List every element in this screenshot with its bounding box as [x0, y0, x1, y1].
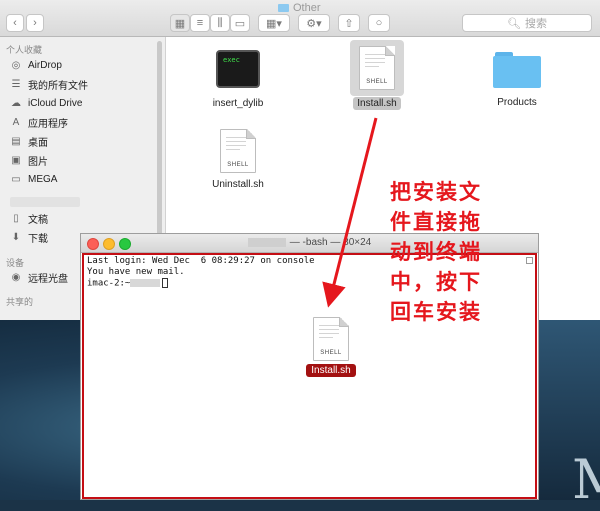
coverflow-icon: ▭ — [234, 17, 246, 30]
sidebar-item-label: 图片 — [28, 156, 48, 168]
file-name: Install.sh — [353, 97, 401, 110]
file-insert-dylib[interactable]: exec insert_dylib — [188, 50, 288, 110]
executable-icon: exec — [216, 50, 260, 88]
tags-button[interactable]: ○ — [368, 14, 390, 32]
finder-toolbar: Other ‹ › ▦ ≡ ⫼ ▭ ▦▾ ⚙▾ ⇧ ○ 🔍︎ 搜索 — [0, 0, 600, 37]
terminal-line: You have new mail. — [87, 267, 185, 277]
shell-badge: SHELL — [366, 79, 388, 85]
sidebar-item-documents[interactable]: ▯ 文稿 — [10, 210, 48, 226]
chevron-right-icon: › — [33, 17, 37, 29]
airdrop-icon: ◎ — [11, 59, 21, 71]
camera-icon: ▣ — [11, 154, 21, 166]
sidebar-item-label: 文稿 — [28, 214, 48, 226]
redacted-username — [247, 237, 286, 247]
sidebar-scrollbar[interactable] — [157, 41, 162, 241]
sidebar-item-airdrop[interactable]: ◎ AirDrop — [10, 57, 62, 73]
view-column-button[interactable]: ⫼ — [210, 14, 230, 32]
sidebar-item-label: 桌面 — [28, 137, 48, 149]
gear-icon: ⚙▾ — [306, 17, 322, 30]
sidebar-item-label: 下载 — [28, 233, 48, 245]
arrange-grid-icon: ▦▾ — [266, 17, 282, 30]
sidebar-header-devices: 设备 — [6, 258, 25, 268]
download-icon: ⬇ — [11, 231, 21, 243]
disc-icon: ◉ — [11, 271, 21, 283]
list-icon: ≡ — [196, 17, 204, 29]
cloud-icon: ☁ — [11, 97, 21, 109]
annotation-text: 把安装文 件直接拖 动到终端 中，按下 回车安装 — [390, 178, 500, 328]
shell-script-icon: SHELL — [220, 129, 256, 173]
window-title: Other — [278, 2, 321, 14]
sidebar-item-all-files[interactable]: ☰ 我的所有文件 — [10, 76, 88, 92]
annotation-line: 把安装文 — [390, 181, 482, 204]
sidebar-item-applications[interactable]: A 应用程序 — [10, 114, 68, 130]
sidebar-item-downloads[interactable]: ⬇ 下载 — [10, 229, 48, 245]
window-title-label: Other — [293, 2, 321, 14]
annotation-line: 回车安装 — [390, 301, 482, 324]
sidebar-item-label: MEGA — [28, 173, 58, 185]
file-uninstall-sh[interactable]: SHELL Uninstall.sh — [188, 129, 288, 191]
shell-script-icon: SHELL — [313, 317, 349, 361]
view-coverflow-button[interactable]: ▭ — [230, 14, 250, 32]
folder-icon — [278, 4, 289, 12]
sidebar-item-desktop[interactable]: ▤ 桌面 — [10, 133, 48, 149]
prompt-text: imac-2:~ — [87, 278, 131, 289]
sidebar-item-label: 远程光盘 — [28, 273, 68, 285]
sidebar-redacted-item — [10, 197, 80, 207]
file-name: insert_dylib — [212, 98, 264, 109]
desktop-wallpaper-glyph: M — [572, 448, 600, 511]
arrange-button[interactable]: ▦▾ — [258, 14, 290, 32]
applications-icon: A — [12, 116, 20, 128]
shell-script-icon: SHELL — [359, 46, 395, 90]
sidebar-item-label: 应用程序 — [28, 118, 68, 130]
grid-icon: ▦ — [174, 17, 186, 30]
view-icon-button[interactable]: ▦ — [170, 14, 190, 32]
document-icon: ▯ — [13, 212, 19, 224]
sidebar-item-label: iCloud Drive — [28, 97, 83, 109]
forward-button[interactable]: › — [26, 14, 44, 32]
terminal-line: Last login: Wed Dec 6 08:29:27 on consol… — [87, 256, 315, 266]
sidebar-item-icloud[interactable]: ☁ iCloud Drive — [10, 95, 82, 111]
view-list-button[interactable]: ≡ — [190, 14, 210, 32]
dragged-file-name: Install.sh — [306, 364, 356, 377]
exec-badge: exec — [223, 56, 240, 64]
search-placeholder: 搜索 — [524, 18, 547, 30]
search-field[interactable]: 🔍︎ 搜索 — [462, 14, 592, 32]
sidebar-item-remote-disc[interactable]: ◉ 远程光盘 — [10, 269, 68, 285]
redacted-username — [130, 279, 161, 287]
sidebar-item-pictures[interactable]: ▣ 图片 — [10, 152, 48, 168]
file-install-sh[interactable]: SHELL Install.sh — [327, 46, 427, 110]
action-button[interactable]: ⚙▾ — [298, 14, 330, 32]
annotation-line: 中，按下 — [390, 271, 482, 294]
share-button[interactable]: ⇧ — [338, 14, 360, 32]
sidebar-header-shared: 共享的 — [6, 297, 34, 307]
terminal-cursor — [162, 278, 169, 288]
sidebar-item-label: 我的所有文件 — [28, 80, 88, 92]
search-icon: 🔍︎ — [507, 17, 521, 30]
terminal-prompt: imac-2:~ — [87, 278, 169, 289]
terminal-title-label: — -bash — 80×24 — [289, 237, 372, 248]
shell-badge: SHELL — [227, 162, 249, 168]
terminal-scroll-indicator[interactable] — [526, 257, 533, 264]
file-name: Uninstall.sh — [212, 179, 264, 190]
file-name: Products — [497, 97, 537, 108]
columns-icon: ⫼ — [217, 16, 223, 29]
back-button[interactable]: ‹ — [6, 14, 24, 32]
folder-icon — [493, 50, 541, 88]
dragged-file-install-sh[interactable]: SHELL Install.sh — [281, 317, 381, 377]
sidebar-item-label: AirDrop — [28, 59, 62, 71]
file-products-folder[interactable]: Products — [467, 50, 567, 109]
annotation-line: 件直接拖 — [390, 211, 482, 234]
all-files-icon: ☰ — [11, 78, 21, 90]
shell-badge: SHELL — [320, 350, 342, 356]
sidebar-header-favorites: 个人收藏 — [6, 45, 43, 55]
tag-icon: ○ — [375, 17, 383, 29]
share-icon: ⇧ — [344, 17, 354, 30]
chevron-left-icon: ‹ — [13, 17, 17, 29]
desktop-icon: ▤ — [11, 135, 21, 147]
sidebar-item-mega[interactable]: ▭ MEGA — [10, 171, 57, 187]
folder-icon: ▭ — [11, 173, 21, 185]
annotation-line: 动到终端 — [390, 241, 482, 264]
